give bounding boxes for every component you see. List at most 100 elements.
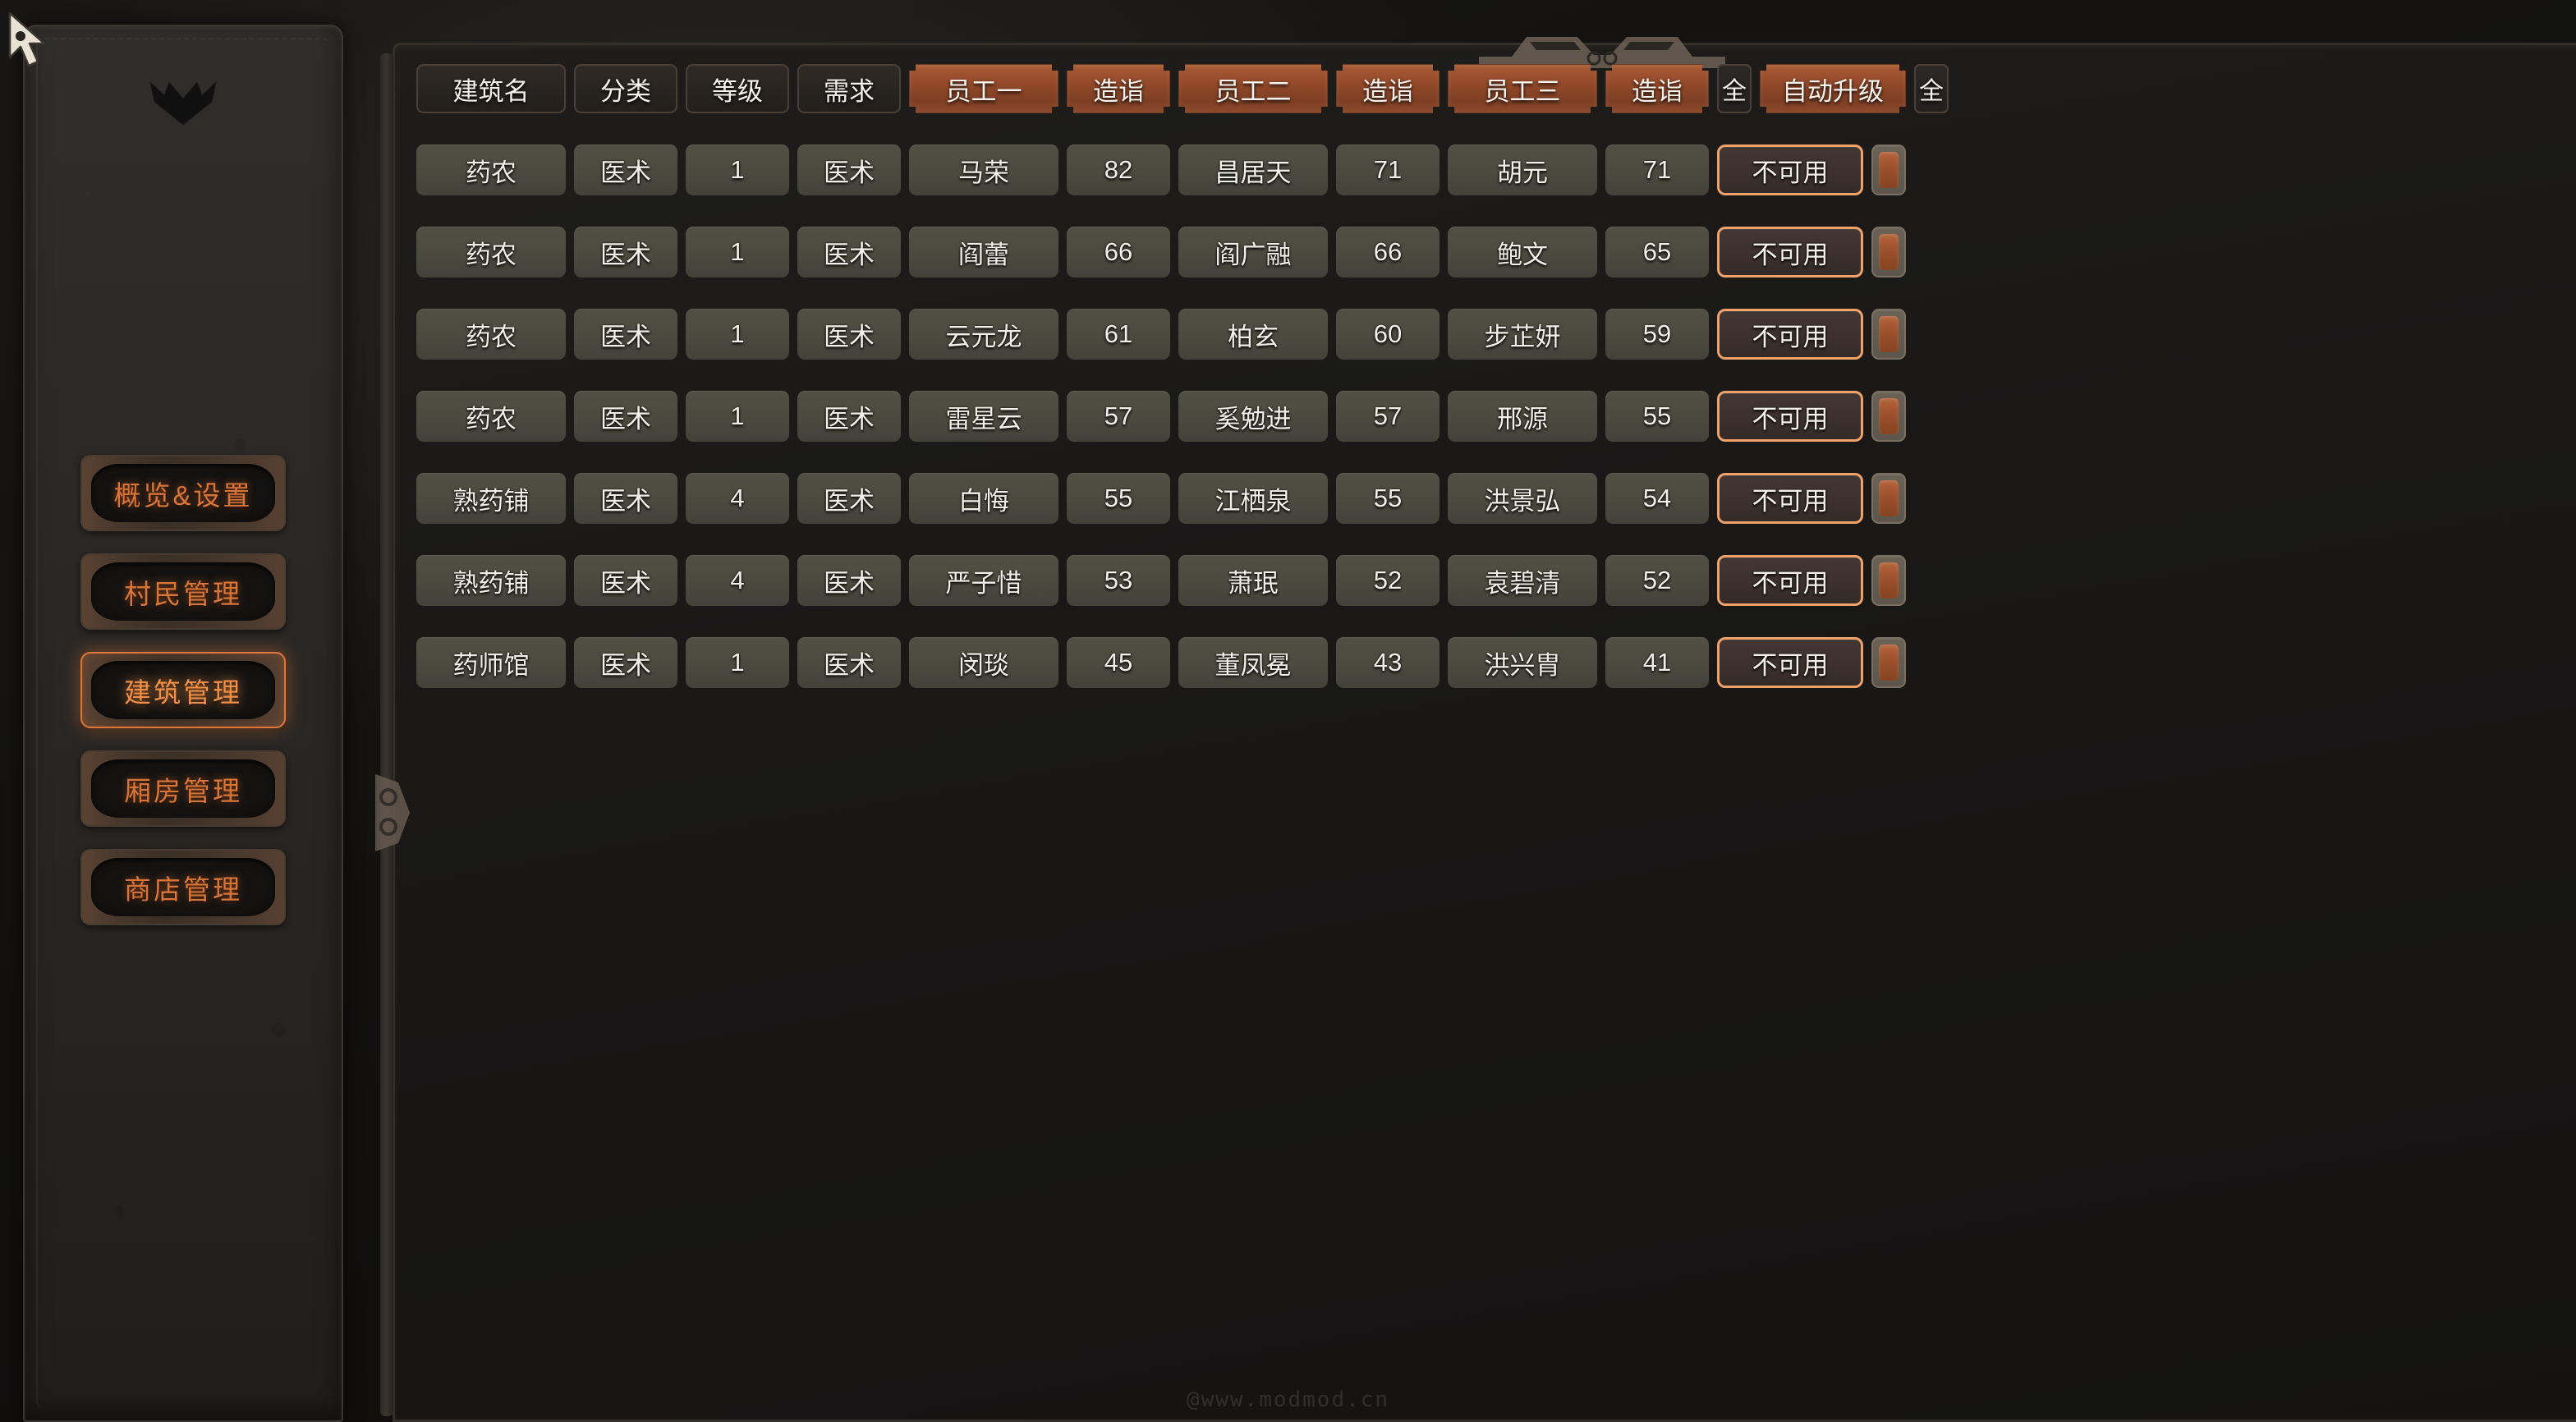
cell-employee-1[interactable]: 严子惜	[909, 555, 1058, 606]
toggle-chip	[1879, 152, 1899, 188]
column-header-employee-1[interactable]: 员工一	[909, 64, 1058, 113]
cell-building-name: 药农	[416, 144, 566, 195]
column-header-employee-3[interactable]: 员工三	[1448, 64, 1597, 113]
sidebar-item-label: 概览&设置	[113, 479, 253, 511]
sidebar-item-shop-management[interactable]: 商店管理	[80, 849, 286, 925]
cell-score-1: 66	[1067, 227, 1170, 278]
table-row[interactable]: 药农 医术 1 医术 马荣 82 昌居天 71 胡元 71 不可用	[416, 132, 2576, 208]
cell-requirement: 医术	[797, 473, 901, 524]
cell-category: 医术	[574, 555, 677, 606]
auto-upgrade-toggle[interactable]	[1871, 637, 1906, 688]
status-badge-unavailable[interactable]: 不可用	[1717, 637, 1863, 688]
cell-employee-1[interactable]: 马荣	[909, 144, 1058, 195]
cell-category: 医术	[574, 473, 677, 524]
status-badge-unavailable[interactable]: 不可用	[1717, 555, 1863, 606]
game-screen: 概览&设置 村民管理 建筑管理 厢房管理 商店管理 建筑名 分类 等级 需求 员…	[0, 0, 2576, 1422]
column-header-employee-2[interactable]: 员工二	[1178, 64, 1328, 113]
column-header-select-all-status[interactable]: 全	[1717, 64, 1752, 113]
column-header-category[interactable]: 分类	[574, 64, 677, 113]
column-header-auto-upgrade[interactable]: 自动升级	[1760, 64, 1906, 113]
cell-employee-2[interactable]: 柏玄	[1178, 309, 1328, 360]
table-row[interactable]: 熟药铺 医术 4 医术 严子惜 53 萧珉 52 袁碧清 52 不可用	[416, 543, 2576, 618]
cell-score-1: 45	[1067, 637, 1170, 688]
cell-score-2: 52	[1336, 555, 1440, 606]
cell-score-2: 71	[1336, 144, 1440, 195]
cell-employee-1[interactable]: 阎蕾	[909, 227, 1058, 278]
cell-employee-3[interactable]: 邢源	[1448, 391, 1597, 442]
cell-building-name: 药农	[416, 391, 566, 442]
auto-upgrade-toggle[interactable]	[1871, 473, 1906, 524]
auto-upgrade-toggle[interactable]	[1871, 391, 1906, 442]
toggle-chip	[1879, 480, 1899, 516]
cell-score-3: 41	[1605, 637, 1709, 688]
cell-score-3: 71	[1605, 144, 1709, 195]
sidebar-item-label: 建筑管理	[124, 677, 242, 708]
cell-employee-3[interactable]: 胡元	[1448, 144, 1597, 195]
crown-crest-icon	[149, 80, 217, 126]
status-badge-unavailable[interactable]: 不可用	[1717, 227, 1863, 278]
sidebar-item-villager-management[interactable]: 村民管理	[80, 553, 286, 630]
sidebar-item-room-management[interactable]: 厢房管理	[80, 750, 286, 827]
cell-employee-2[interactable]: 阎广融	[1178, 227, 1328, 278]
cell-building-name: 熟药铺	[416, 555, 566, 606]
cell-level: 4	[686, 555, 789, 606]
auto-upgrade-toggle[interactable]	[1871, 227, 1906, 278]
buildings-table: 建筑名 分类 等级 需求 员工一 造诣 员工二 造诣 员工三 造诣 全 自动升级…	[416, 45, 2576, 700]
table-row[interactable]: 药农 医术 1 医术 雷星云 57 奚勉进 57 邢源 55 不可用	[416, 378, 2576, 454]
cell-category: 医术	[574, 227, 677, 278]
sidebar-item-label: 商店管理	[124, 874, 242, 905]
toggle-chip	[1879, 644, 1899, 681]
cell-requirement: 医术	[797, 555, 901, 606]
sidebar-item-building-management[interactable]: 建筑管理	[80, 652, 286, 728]
column-header-score-3[interactable]: 造诣	[1605, 64, 1709, 113]
cell-level: 1	[686, 391, 789, 442]
auto-upgrade-toggle[interactable]	[1871, 309, 1906, 360]
cell-employee-1[interactable]: 闵琰	[909, 637, 1058, 688]
cell-score-3: 59	[1605, 309, 1709, 360]
table-row[interactable]: 熟药铺 医术 4 医术 白悔 55 江栖泉 55 洪景弘 54 不可用	[416, 461, 2576, 536]
cell-score-2: 57	[1336, 391, 1440, 442]
column-header-select-all-auto[interactable]: 全	[1914, 64, 1949, 113]
cell-employee-2[interactable]: 奚勉进	[1178, 391, 1328, 442]
cell-requirement: 医术	[797, 144, 901, 195]
cell-building-name: 熟药铺	[416, 473, 566, 524]
cell-employee-1[interactable]: 云元龙	[909, 309, 1058, 360]
cell-employee-2[interactable]: 昌居天	[1178, 144, 1328, 195]
cell-building-name: 药师馆	[416, 637, 566, 688]
cell-score-1: 82	[1067, 144, 1170, 195]
cell-employee-1[interactable]: 白悔	[909, 473, 1058, 524]
status-badge-unavailable[interactable]: 不可用	[1717, 144, 1863, 195]
cell-employee-3[interactable]: 洪景弘	[1448, 473, 1597, 524]
cell-employee-2[interactable]: 萧珉	[1178, 555, 1328, 606]
cell-employee-1[interactable]: 雷星云	[909, 391, 1058, 442]
sidebar-nav: 概览&设置 村民管理 建筑管理 厢房管理 商店管理	[80, 455, 286, 925]
column-header-score-1[interactable]: 造诣	[1067, 64, 1170, 113]
table-row[interactable]: 药师馆 医术 1 医术 闵琰 45 董凤冕 43 洪兴胄 41 不可用	[416, 625, 2576, 700]
sidebar-item-overview-settings[interactable]: 概览&设置	[80, 455, 286, 531]
cell-level: 1	[686, 637, 789, 688]
status-badge-unavailable[interactable]: 不可用	[1717, 391, 1863, 442]
auto-upgrade-toggle[interactable]	[1871, 555, 1906, 606]
cell-score-1: 61	[1067, 309, 1170, 360]
table-row[interactable]: 药农 医术 1 医术 云元龙 61 柏玄 60 步芷妍 59 不可用	[416, 296, 2576, 372]
auto-upgrade-toggle[interactable]	[1871, 144, 1906, 195]
cell-level: 1	[686, 227, 789, 278]
table-row[interactable]: 药农 医术 1 医术 阎蕾 66 阎广融 66 鲍文 65 不可用	[416, 214, 2576, 290]
status-badge-unavailable[interactable]: 不可用	[1717, 473, 1863, 524]
column-header-requirement[interactable]: 需求	[797, 64, 901, 113]
cell-employee-2[interactable]: 董凤冕	[1178, 637, 1328, 688]
cell-employee-3[interactable]: 鲍文	[1448, 227, 1597, 278]
column-header-building-name[interactable]: 建筑名	[416, 64, 566, 113]
cell-score-1: 57	[1067, 391, 1170, 442]
cell-employee-3[interactable]: 袁碧清	[1448, 555, 1597, 606]
cell-employee-3[interactable]: 洪兴胄	[1448, 637, 1597, 688]
column-header-level[interactable]: 等级	[686, 64, 789, 113]
cell-employee-3[interactable]: 步芷妍	[1448, 309, 1597, 360]
column-header-score-2[interactable]: 造诣	[1336, 64, 1440, 113]
cell-score-3: 54	[1605, 473, 1709, 524]
cell-employee-2[interactable]: 江栖泉	[1178, 473, 1328, 524]
cell-category: 医术	[574, 309, 677, 360]
cell-requirement: 医术	[797, 637, 901, 688]
status-badge-unavailable[interactable]: 不可用	[1717, 309, 1863, 360]
panel-left-ornament-icon	[375, 774, 410, 851]
